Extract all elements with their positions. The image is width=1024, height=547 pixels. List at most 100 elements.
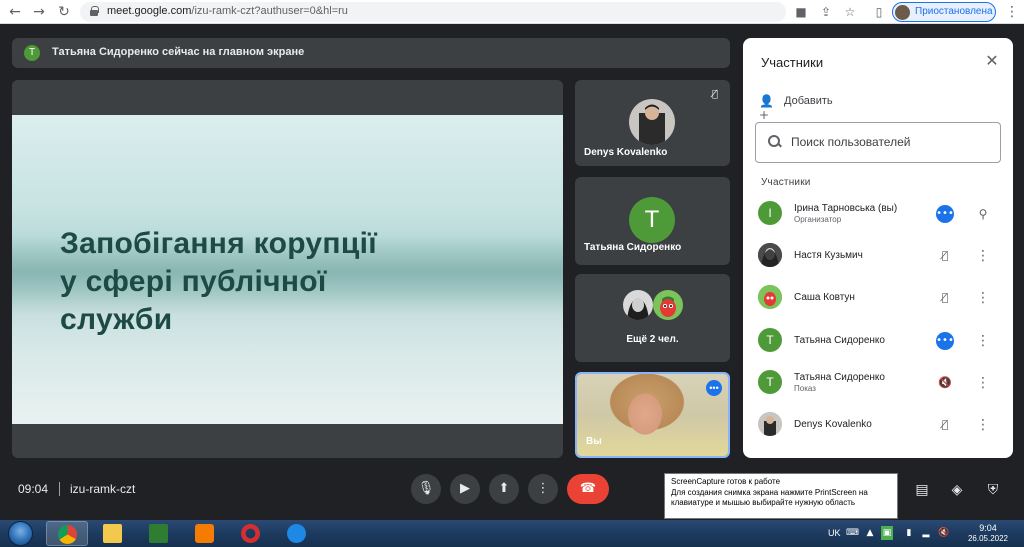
participant-row[interactable]: Саша Ковтун 🎙̸ ⋮: [743, 280, 1013, 316]
mic-off-icon[interactable]: 🎙̸: [936, 247, 954, 265]
tile-denys-kovalenko[interactable]: 🎙̸ Denys Kovalenko: [575, 80, 730, 166]
participants-panel: Участники ✕ 👤+ Добавить Участники І Ірин…: [743, 38, 1013, 458]
tile-tatyana-sidorenko[interactable]: Т Татьяна Сидоренко: [575, 177, 730, 265]
media-player-icon: [195, 524, 214, 543]
address-bar[interactable]: meet.google.com/izu-ramk-czt?authuser=0&…: [80, 2, 786, 22]
present-screen-button[interactable]: ⬆: [489, 474, 519, 504]
mic-off-icon[interactable]: 🎙̸: [936, 289, 954, 307]
tile-name: Denys Kovalenko: [584, 147, 668, 158]
profile-button[interactable]: Приостановлена: [892, 2, 996, 22]
microphone-button[interactable]: 🎙: [411, 474, 441, 504]
chat-icon[interactable]: ▤: [912, 480, 932, 500]
activities-icon[interactable]: ◈: [947, 480, 967, 500]
avatar: І: [758, 201, 782, 225]
meeting-code[interactable]: izu-ramk-czt: [70, 482, 135, 496]
close-icon[interactable]: ✕: [983, 52, 1001, 70]
reload-icon[interactable]: ↻: [55, 3, 73, 21]
participant-role: Показ: [794, 384, 816, 393]
taskbar-internet-explorer[interactable]: [276, 521, 318, 546]
tooltip-title: ScreenCapture готов к работе: [671, 477, 781, 486]
host-controls-icon[interactable]: ⛨: [983, 480, 1003, 500]
tile-self-view[interactable]: ••• Вы: [575, 372, 730, 458]
main-presentation[interactable]: Запобігання корупції у сфері публічної с…: [12, 80, 563, 458]
lock-icon[interactable]: [90, 6, 99, 16]
avatar: [653, 290, 683, 320]
profile-status-label: Приостановлена: [915, 6, 993, 17]
slide-title-line: у сфері публічної: [60, 265, 327, 298]
keyboard-icon[interactable]: ⌨: [846, 526, 859, 540]
share-icon[interactable]: ⇪: [818, 4, 834, 20]
more-options-icon[interactable]: •••: [706, 380, 722, 396]
camera-in-use-icon[interactable]: ■: [793, 4, 809, 20]
side-panel-icon[interactable]: ▯: [871, 4, 887, 20]
add-person-icon: 👤+: [759, 94, 774, 122]
participant-row[interactable]: Т Татьяна Сидоренко Показ 🔇 ⋮: [743, 365, 1013, 401]
tile-more-participants[interactable]: Ещё 2 чел.: [575, 274, 730, 362]
tile-name: Ещё 2 чел.: [626, 334, 679, 345]
avatar: [758, 412, 782, 436]
more-vert-icon[interactable]: ⋮: [976, 247, 990, 265]
more-options-button[interactable]: ⋮: [528, 474, 558, 504]
bookmark-star-icon[interactable]: ☆: [842, 4, 858, 20]
search-input[interactable]: [791, 135, 991, 149]
participant-name: Татьяна Сидоренко: [794, 372, 885, 383]
participant-row[interactable]: Denys Kovalenko 🎙̸ ⋮: [743, 407, 1013, 443]
notice-avatar: Т: [24, 45, 40, 61]
browser-menu-icon[interactable]: ⋮: [1005, 3, 1019, 21]
pin-icon[interactable]: ⚲: [976, 205, 990, 223]
participant-row[interactable]: І Ірина Тарновська (вы) Организатор ••• …: [743, 196, 1013, 232]
network-icon[interactable]: ▂: [920, 526, 932, 540]
divider: [59, 482, 60, 496]
battery-icon[interactable]: ▮: [903, 526, 915, 540]
end-call-button[interactable]: ☎: [567, 474, 609, 504]
avatar: [623, 290, 653, 320]
profile-avatar: [895, 5, 910, 20]
taskbar-screencapture[interactable]: [138, 521, 180, 546]
forward-icon[interactable]: →: [30, 3, 48, 21]
slide-title-line: служби: [60, 303, 173, 336]
back-icon[interactable]: ←: [6, 3, 24, 21]
language-indicator[interactable]: UK: [828, 528, 841, 538]
start-button[interactable]: [4, 521, 37, 546]
section-label: Участники: [761, 177, 811, 188]
url-text[interactable]: meet.google.com/izu-ramk-czt?authuser=0&…: [107, 5, 348, 17]
clock-date[interactable]: 26.05.2022: [958, 534, 1018, 543]
screencapture-tray-icon[interactable]: ▣: [881, 526, 893, 540]
taskbar-opera[interactable]: [230, 521, 272, 546]
taskbar-explorer[interactable]: [92, 521, 134, 546]
volume-muted-icon[interactable]: 🔇: [938, 526, 950, 540]
participant-name: Татьяна Сидоренко: [794, 335, 885, 346]
more-vert-icon[interactable]: ⋮: [976, 289, 990, 307]
folder-icon: [103, 524, 122, 543]
more-dots-icon[interactable]: •••: [936, 332, 954, 350]
participant-name: Саша Ковтун: [794, 292, 855, 303]
clock-time[interactable]: 9:04: [968, 523, 1008, 533]
avatar: [629, 99, 675, 145]
more-vert-icon[interactable]: ⋮: [976, 416, 990, 434]
volume-off-icon[interactable]: 🔇: [936, 374, 954, 392]
notice-text: Татьяна Сидоренко сейчас на главном экра…: [52, 46, 305, 58]
more-vert-icon[interactable]: ⋮: [976, 332, 990, 350]
more-dots-icon[interactable]: •••: [936, 205, 954, 223]
avatar: [758, 243, 782, 267]
chrome-icon: [58, 525, 77, 544]
internet-explorer-icon: [287, 524, 306, 543]
meeting-time: 09:04: [18, 482, 49, 496]
opera-icon: [241, 524, 260, 543]
mic-off-icon[interactable]: 🎙̸: [936, 416, 954, 434]
add-participant-button[interactable]: 👤+ Добавить: [759, 93, 879, 122]
more-vert-icon[interactable]: ⋮: [976, 374, 990, 392]
search-box[interactable]: [755, 122, 1001, 163]
presentation-notice: Т Татьяна Сидоренко сейчас на главном эк…: [12, 38, 730, 68]
camera-button[interactable]: ▶: [450, 474, 480, 504]
windows-logo-icon: [8, 521, 33, 546]
show-hidden-icons[interactable]: ▲: [864, 526, 876, 540]
slide-title: Запобігання корупції у сфері публічної с…: [60, 225, 480, 339]
participant-row[interactable]: Настя Кузьмич 🎙̸ ⋮: [743, 238, 1013, 274]
taskbar-chrome[interactable]: [46, 521, 88, 546]
tooltip-body: Для создания снимка экрана нажмите Print…: [671, 488, 868, 507]
taskbar-media-player[interactable]: [184, 521, 226, 546]
participant-row[interactable]: Т Татьяна Сидоренко ••• ⋮: [743, 323, 1013, 359]
avatar: Т: [758, 328, 782, 352]
add-label: Добавить: [784, 95, 833, 107]
